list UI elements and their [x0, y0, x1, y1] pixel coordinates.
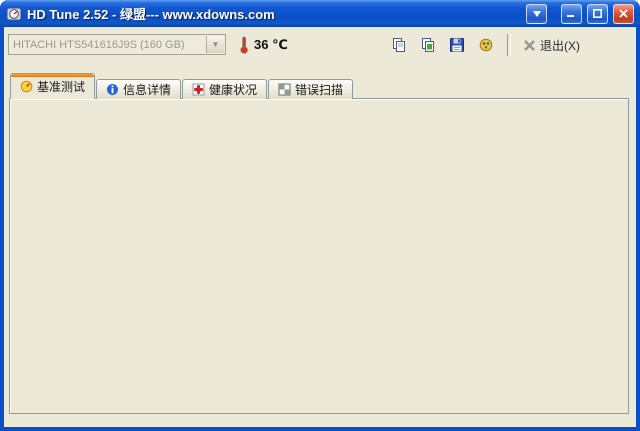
toolbar-separator [507, 34, 511, 56]
copy-image-icon [421, 38, 434, 52]
tab-health-label: 健康状况 [209, 83, 258, 97]
minimize-button[interactable] [561, 3, 582, 24]
copy-icon [392, 38, 405, 52]
download-arrow-button[interactable] [526, 3, 547, 24]
chevron-down-icon: ▼ [206, 36, 224, 53]
tab-info-label: 信息详情 [123, 83, 172, 97]
app-icon [6, 6, 22, 22]
toolbar-buttons: 退出(X) [385, 32, 584, 58]
tab-benchmark[interactable]: 基准测试 [10, 73, 96, 99]
info-icon [107, 84, 119, 95]
copy-screenshot-button[interactable] [414, 32, 441, 58]
temperature-value: 36 ℃ [254, 36, 288, 52]
error-scan-grid-icon [278, 83, 291, 96]
tab-error-scan-label: 错误扫描 [295, 83, 344, 97]
exit-label: 退出(X) [540, 38, 580, 53]
drive-select-value: HITACHI HTS541616J9S (160 GB) [13, 38, 185, 51]
close-button[interactable] [613, 3, 634, 24]
benchmark-gauge-icon [20, 80, 33, 92]
options-button[interactable] [472, 32, 499, 58]
title-bar: HD Tune 2.52 - 绿盟--- www.xdowns.com [0, 0, 640, 27]
color-options-icon [479, 38, 492, 52]
tab-strip: 基准测试 信息详情 健康状况 错误扫描 [10, 73, 354, 99]
tab-benchmark-label: 基准测试 [37, 79, 86, 94]
exit-button[interactable]: 退出(X) [519, 33, 584, 57]
client-area: HITACHI HTS541616J9S (160 GB) ▼ 36 ℃ 退出(… [4, 27, 636, 427]
tab-info[interactable]: 信息详情 [96, 79, 182, 99]
health-cross-icon [192, 83, 205, 96]
tab-error-scan[interactable]: 错误扫描 [268, 79, 354, 99]
save-screenshot-button[interactable] [443, 32, 470, 58]
thermometer-icon [238, 36, 250, 54]
benchmark-tab-page [9, 98, 629, 414]
save-icon [449, 38, 464, 52]
tab-health[interactable]: 健康状况 [182, 79, 268, 99]
maximize-button[interactable] [587, 3, 608, 24]
copy-info-button[interactable] [385, 32, 412, 58]
hdtune-window: HD Tune 2.52 - 绿盟--- www.xdowns.com HITA… [0, 0, 640, 431]
window-title: HD Tune 2.52 - 绿盟--- www.xdowns.com [27, 7, 275, 22]
exit-x-icon [524, 39, 535, 51]
drive-select-dropdown[interactable]: HITACHI HTS541616J9S (160 GB) ▼ [8, 34, 226, 55]
temperature-indicator: 36 ℃ [238, 34, 288, 55]
